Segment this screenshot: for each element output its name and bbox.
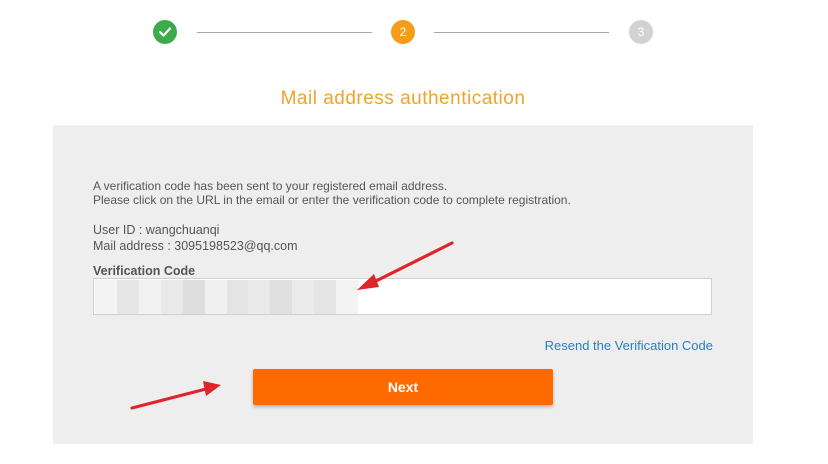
step-3-pending: 3 bbox=[629, 20, 653, 44]
resend-code-link[interactable]: Resend the Verification Code bbox=[545, 338, 713, 353]
step-2-active: 2 bbox=[391, 20, 415, 44]
page-title: Mail address authentication bbox=[280, 88, 526, 109]
info-message-line-2: Please click on the URL in the email or … bbox=[93, 193, 571, 207]
info-message-line-1: A verification code has been sent to you… bbox=[93, 179, 448, 193]
next-button[interactable]: Next bbox=[253, 369, 553, 405]
step-1-completed bbox=[153, 20, 177, 44]
step-connector bbox=[434, 32, 609, 33]
mail-address-text: Mail address : 3095198523@qq.com bbox=[93, 239, 298, 253]
step-connector bbox=[197, 32, 372, 33]
redacted-code-mosaic bbox=[95, 280, 359, 314]
checkmark-icon bbox=[159, 27, 171, 37]
user-id-text: User ID : wangchuanqi bbox=[93, 223, 220, 237]
verification-panel: A verification code has been sent to you… bbox=[53, 125, 753, 444]
verification-code-label: Verification Code bbox=[93, 264, 196, 278]
page: 2 3 Mail address authentication A verifi… bbox=[0, 0, 828, 464]
